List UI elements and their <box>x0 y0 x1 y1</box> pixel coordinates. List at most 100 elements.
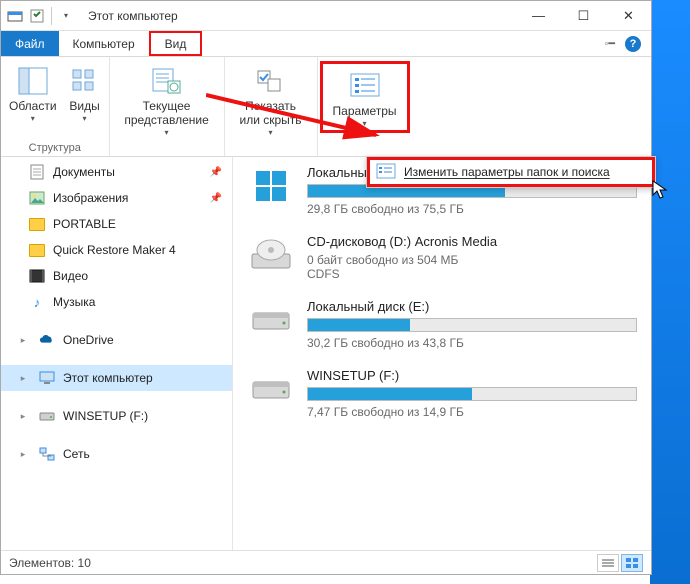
explorer-body: Документы 📌 Изображения 📌 PORTABLE Quick… <box>1 157 651 550</box>
drive-sub: 30,2 ГБ свободно из 43,8 ГБ <box>307 336 637 350</box>
desktop-background <box>650 0 690 584</box>
drive-item[interactable]: WINSETUP (F:) 7,47 ГБ свободно из 14,9 Г… <box>247 368 637 419</box>
ribbon-layout[interactable]: Виды ▾ <box>63 61 107 123</box>
documents-icon <box>29 164 45 180</box>
tab-file[interactable]: Файл <box>1 31 59 56</box>
ribbon: Области ▾ Виды ▾ Структура Текущее предс <box>1 57 651 157</box>
nav-label: Quick Restore Maker 4 <box>53 243 176 257</box>
content-pane: Локальный диск (C:) 29,8 ГБ свободно из … <box>233 157 651 550</box>
window-title: Этот компьютер <box>80 9 178 23</box>
close-button[interactable]: ✕ <box>606 1 651 31</box>
ribbon-group-current: Текущее представление ▾ <box>110 57 225 156</box>
ribbon-label: Текущее представление <box>124 99 208 127</box>
options-icon <box>349 70 381 102</box>
nav-music[interactable]: ♪ Музыка <box>1 289 232 315</box>
window-controls: — ☐ ✕ <box>516 1 651 31</box>
chevron-down-icon: ▾ <box>165 128 169 137</box>
view-details-button[interactable] <box>597 554 619 572</box>
network-icon <box>39 446 55 462</box>
title-bar: ▾ Этот компьютер — ☐ ✕ <box>1 1 651 31</box>
quick-access-toolbar: ▾ <box>1 7 80 25</box>
drive-icon <box>39 408 55 424</box>
computer-icon <box>39 370 55 386</box>
qat-separator <box>51 7 52 25</box>
capacity-bar <box>307 318 637 332</box>
ribbon-current-view[interactable]: Текущее представление ▾ <box>112 61 222 137</box>
ribbon-label: Виды <box>69 99 99 113</box>
capacity-bar <box>307 387 637 401</box>
drive-fs: CDFS <box>307 267 637 281</box>
hdd-icon <box>247 368 295 410</box>
drive-name: WINSETUP (F:) <box>307 368 637 383</box>
drive-name: Локальный диск (E:) <box>307 299 637 314</box>
drive-item[interactable]: CD-дисковод (D:) Acronis Media 0 байт св… <box>247 234 637 281</box>
explorer-window: ▾ Этот компьютер — ☐ ✕ Файл Компьютер Ви… <box>0 0 652 575</box>
maximize-button[interactable]: ☐ <box>561 1 606 31</box>
nav-label: OneDrive <box>63 333 114 347</box>
chevron-right-icon: ▸ <box>15 408 31 424</box>
cd-drive-icon <box>247 234 295 276</box>
folder-icon <box>29 242 45 258</box>
nav-label: Музыка <box>53 295 95 309</box>
chevron-right-icon: ▸ <box>15 446 31 462</box>
panel-text: Изменить параметры папок и поиска <box>404 165 610 179</box>
ribbon-group-options: Параметры ▾ <box>318 57 412 156</box>
options-small-icon <box>376 163 396 182</box>
ribbon-navigation-pane[interactable]: Области ▾ <box>3 61 63 123</box>
layout-icon <box>69 65 101 97</box>
ribbon-group-label: Структура <box>29 142 81 156</box>
help-icon[interactable]: ? <box>625 36 641 52</box>
app-icon <box>7 8 23 24</box>
hdd-icon <box>247 299 295 341</box>
change-folder-options[interactable]: Изменить параметры папок и поиска <box>367 157 655 187</box>
ribbon-options[interactable]: Параметры ▾ <box>327 66 403 128</box>
pin-icon: 📌 <box>210 167 222 178</box>
navigation-pane-icon <box>17 65 49 97</box>
music-icon: ♪ <box>29 294 45 310</box>
nav-qrm[interactable]: Quick Restore Maker 4 <box>1 237 232 263</box>
nav-label: WINSETUP (F:) <box>63 409 148 423</box>
nav-documents[interactable]: Документы 📌 <box>1 159 232 185</box>
tab-view[interactable]: Вид <box>149 31 203 56</box>
video-icon <box>29 268 45 284</box>
view-tiles-button[interactable] <box>621 554 643 572</box>
drive-name: CD-дисковод (D:) Acronis Media <box>307 234 637 249</box>
pictures-icon <box>29 190 45 206</box>
drive-sub: 7,47 ГБ свободно из 14,9 ГБ <box>307 405 637 419</box>
capacity-fill <box>308 319 410 331</box>
nav-label: Документы <box>53 165 115 179</box>
nav-label: Этот компьютер <box>63 371 153 385</box>
tab-computer[interactable]: Компьютер <box>59 31 149 56</box>
nav-label: Изображения <box>53 191 128 205</box>
nav-portable[interactable]: PORTABLE <box>1 211 232 237</box>
capacity-fill <box>308 388 472 400</box>
chevron-down-icon: ▾ <box>269 128 273 137</box>
navigation-pane: Документы 📌 Изображения 📌 PORTABLE Quick… <box>1 157 233 550</box>
onedrive-icon <box>39 332 55 348</box>
qat-dropdown-icon[interactable]: ▾ <box>58 8 74 24</box>
nav-onedrive[interactable]: ▸ OneDrive <box>1 327 232 353</box>
drive-sub: 29,8 ГБ свободно из 75,5 ГБ <box>307 202 637 216</box>
drive-item[interactable]: Локальный диск (E:) 30,2 ГБ свободно из … <box>247 299 637 350</box>
nav-label: Видео <box>53 269 88 283</box>
drive-sub: 0 байт свободно из 504 МБ <box>307 253 637 267</box>
ribbon-show-hide[interactable]: Показать или скрыть ▾ <box>227 61 315 137</box>
current-view-icon <box>151 65 183 97</box>
minimize-button[interactable]: — <box>516 1 561 31</box>
nav-winsetup[interactable]: ▸ WINSETUP (F:) <box>1 403 232 429</box>
options-dropdown: Изменить параметры папок и поиска <box>366 156 656 188</box>
nav-pictures[interactable]: Изображения 📌 <box>1 185 232 211</box>
status-count: 10 <box>78 556 91 570</box>
nav-label: PORTABLE <box>53 217 116 231</box>
ribbon-group-showhide: Показать или скрыть ▾ <box>225 57 318 156</box>
status-label: Элементов: <box>9 556 74 570</box>
chevron-down-icon: ▾ <box>31 114 35 123</box>
windows-logo-icon <box>247 165 295 207</box>
chevron-down-icon: ▾ <box>83 114 87 123</box>
ribbon-tabs: Файл Компьютер Вид ◦━ ? <box>1 31 651 57</box>
ribbon-collapse-icon[interactable]: ◦━ <box>604 37 615 50</box>
nav-network[interactable]: ▸ Сеть <box>1 441 232 467</box>
nav-video[interactable]: Видео <box>1 263 232 289</box>
nav-this-pc[interactable]: ▸ Этот компьютер <box>1 365 232 391</box>
properties-icon[interactable] <box>29 8 45 24</box>
